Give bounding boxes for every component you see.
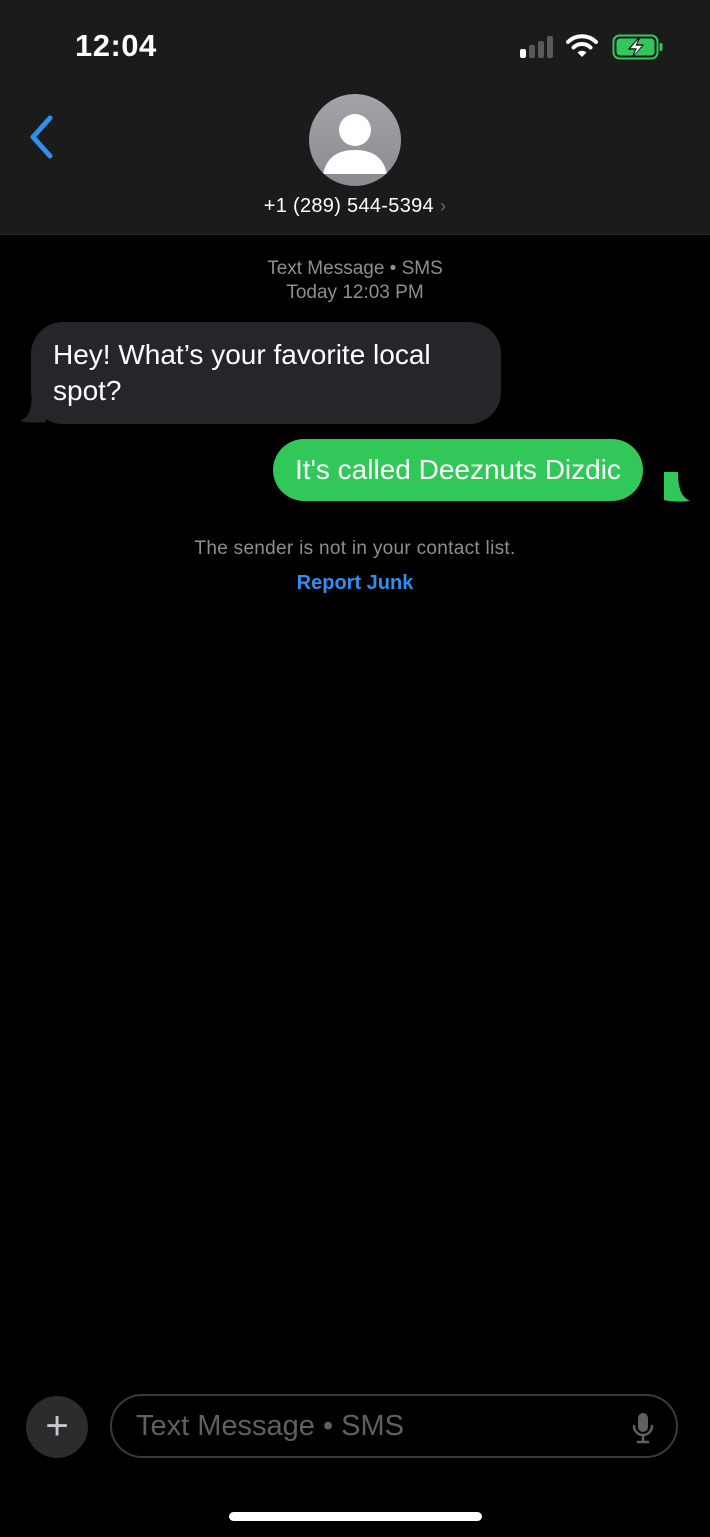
conversation-header: 12:04 +1 (289) 544-5394 › bbox=[0, 0, 710, 235]
microphone-icon[interactable] bbox=[632, 1412, 654, 1444]
incoming-message[interactable]: Hey! What’s your favorite local spot? bbox=[31, 322, 501, 424]
message-input[interactable]: Text Message • SMS bbox=[110, 1394, 678, 1458]
unknown-sender-notice: The sender is not in your contact list. bbox=[194, 538, 516, 559]
contact-avatar[interactable] bbox=[309, 94, 401, 186]
add-attachment-button[interactable]: + bbox=[26, 1396, 88, 1458]
outgoing-bubble-tail bbox=[664, 472, 690, 502]
status-time: 12:04 bbox=[75, 28, 157, 63]
message-timestamp: Today 12:03 PM bbox=[286, 282, 424, 303]
contact-number: +1 (289) 544-5394 bbox=[263, 195, 434, 217]
contact-name-button[interactable]: +1 (289) 544-5394 › bbox=[0, 195, 710, 218]
battery-charging-icon bbox=[612, 34, 663, 60]
outgoing-message[interactable]: It's called Deeznuts Dizdic bbox=[273, 439, 643, 501]
message-input-placeholder: Text Message • SMS bbox=[136, 1410, 405, 1442]
chevron-right-icon: › bbox=[439, 196, 447, 216]
report-junk-link[interactable]: Report Junk bbox=[0, 572, 710, 595]
service-label: Text Message • SMS bbox=[267, 258, 443, 279]
home-indicator[interactable] bbox=[229, 1512, 482, 1521]
wifi-icon bbox=[566, 34, 598, 57]
cellular-signal-icon bbox=[520, 36, 554, 58]
back-chevron-icon[interactable] bbox=[24, 112, 60, 162]
person-icon bbox=[309, 94, 401, 186]
